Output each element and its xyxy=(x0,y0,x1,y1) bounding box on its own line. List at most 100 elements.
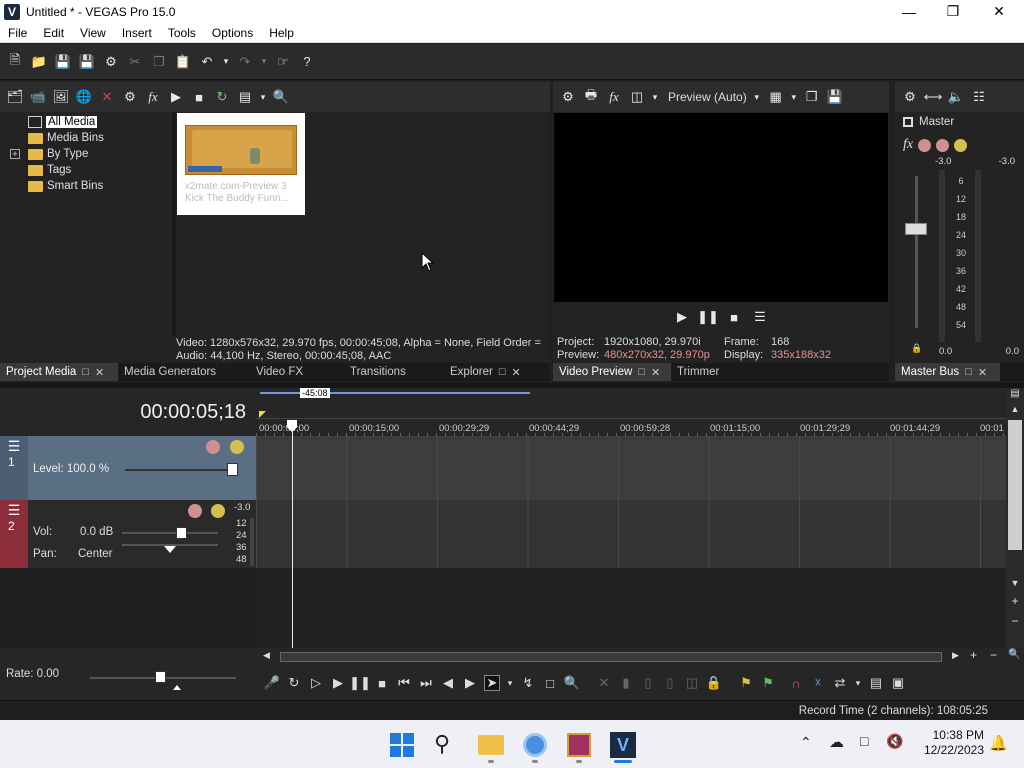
save-as-icon[interactable]: 💾 xyxy=(78,53,96,71)
record-icon[interactable]: 🎤 xyxy=(264,675,280,691)
tab-trimmer[interactable]: Trimmer xyxy=(671,363,725,381)
search-icon[interactable]: ⚲ xyxy=(434,731,450,757)
menu-options[interactable]: Options xyxy=(204,26,261,40)
close-tab-icon[interactable]: ✕ xyxy=(651,366,660,379)
timeline-ruler[interactable]: 00:00:00;00 00:00:15;00 00:00:29;29 00:0… xyxy=(256,418,1006,436)
ignore-grouping-icon[interactable]: ▣ xyxy=(890,675,906,691)
zoom-out-horizontal-icon[interactable]: − xyxy=(990,648,997,662)
lock-envelopes-icon[interactable]: ▤ xyxy=(868,675,884,691)
lock-icon[interactable]: 🔒 xyxy=(706,675,722,691)
scroll-down-icon[interactable]: ▼ xyxy=(1006,578,1024,594)
volume-muted-icon[interactable]: 🔇 xyxy=(886,733,903,750)
insert-region-icon[interactable]: ⚑ xyxy=(760,675,776,691)
preview-pause-icon[interactable]: ❚❚ xyxy=(697,308,719,326)
save-snapshot-icon[interactable]: 💾 xyxy=(826,88,844,106)
close-tab-icon[interactable]: ✕ xyxy=(95,366,104,379)
scroll-right-icon[interactable]: ▶ xyxy=(952,650,959,661)
mixer-icon[interactable]: ☷ xyxy=(970,88,988,106)
copy-snapshot-icon[interactable]: ❐ xyxy=(803,88,821,106)
zoom-tool-icon[interactable]: 🔍 xyxy=(1008,649,1020,660)
minimize-button[interactable]: — xyxy=(886,0,932,23)
stop-icon[interactable]: ■ xyxy=(190,88,208,106)
maximize-tab-icon[interactable]: □ xyxy=(965,366,972,378)
vol-slider[interactable] xyxy=(122,532,218,534)
video-solo-icon[interactable] xyxy=(230,440,244,454)
insert-marker-icon[interactable]: ⚑ xyxy=(738,675,754,691)
preview-quality-dropdown-icon[interactable]: ▾ xyxy=(752,88,762,106)
zoom-in-vertical-icon[interactable]: + xyxy=(1006,594,1024,614)
get-media-icon[interactable]: 🖼 xyxy=(52,88,70,106)
play-from-start-icon[interactable]: ▷ xyxy=(308,675,324,691)
horizontal-scroll-thumb[interactable] xyxy=(280,652,942,662)
preview-properties-gear-icon[interactable]: ⚙ xyxy=(559,88,577,106)
preview-quality-select[interactable]: Preview (Auto) xyxy=(668,90,747,104)
vegas-pro-taskbar-icon[interactable]: V xyxy=(610,732,636,758)
auto-preview-icon[interactable]: ↻ xyxy=(213,88,231,106)
scroll-pin-icon[interactable]: ▤ xyxy=(1006,388,1024,404)
video-mute-icon[interactable] xyxy=(206,440,220,454)
play-icon[interactable]: ▶ xyxy=(167,88,185,106)
maximize-button[interactable]: ❐ xyxy=(930,0,976,23)
maximize-tab-icon[interactable]: □ xyxy=(638,366,645,378)
pan-handle[interactable] xyxy=(164,546,176,553)
auto-crossfade-icon[interactable]: ☓ xyxy=(810,675,826,691)
new-icon[interactable]: 🗎 xyxy=(6,52,24,71)
zoom-edit-tool-icon[interactable]: 🔍 xyxy=(564,675,580,691)
scroll-thumb[interactable] xyxy=(1008,420,1022,550)
trim-icon[interactable]: ▮ xyxy=(618,675,634,691)
media-thumbnail[interactable]: x2mate.com-Preview 3 Kick The Buddy Funn… xyxy=(177,113,305,215)
tree-by-type[interactable]: + By Type xyxy=(10,146,170,162)
menu-help[interactable]: Help xyxy=(261,26,302,40)
tab-project-media[interactable]: Project Media □ ✕ xyxy=(0,363,118,381)
tab-video-preview[interactable]: Video Preview □ ✕ xyxy=(553,363,671,381)
go-to-start-icon[interactable]: ⏮ xyxy=(396,675,412,691)
go-to-end-icon[interactable]: ⏭ xyxy=(418,675,434,691)
windows-start-icon[interactable] xyxy=(390,733,414,757)
save-icon[interactable]: 💾 xyxy=(54,53,72,71)
vertical-scrollbar[interactable]: ▤ ▲ ▼ + − xyxy=(1006,388,1024,648)
media-properties-icon[interactable]: ⚙ xyxy=(121,88,139,106)
menu-file[interactable]: File xyxy=(0,26,35,40)
audio-track-header[interactable]: ☰ 2 -3.0 Vol: 0.0 dB Pan: Center 12 24 3… xyxy=(0,500,256,568)
vol-handle[interactable] xyxy=(176,527,187,539)
stop-icon[interactable]: ■ xyxy=(374,675,390,691)
redo-icon[interactable]: ↷ xyxy=(236,53,254,71)
overlays-dropdown-icon[interactable]: ▾ xyxy=(790,88,798,106)
tree-splitter[interactable] xyxy=(172,112,176,336)
maximize-tab-icon[interactable]: □ xyxy=(82,366,89,378)
menu-tools[interactable]: Tools xyxy=(160,26,204,40)
device-preview-icon[interactable]: 🖶 xyxy=(582,87,600,106)
master-fader-handle[interactable] xyxy=(905,223,927,235)
expand-icon[interactable]: + xyxy=(10,149,20,159)
media-fx-icon[interactable]: fx xyxy=(144,88,162,106)
tab-media-generators[interactable]: Media Generators xyxy=(118,363,250,381)
downmix-icon[interactable]: ⟷ xyxy=(924,88,943,106)
track-menu-icon[interactable]: ☰ xyxy=(0,438,28,455)
views-icon[interactable]: ▤ xyxy=(236,88,254,106)
audio-mute-icon[interactable] xyxy=(188,504,202,518)
split-icon[interactable]: ◫ xyxy=(684,675,700,691)
remove-media-icon[interactable]: ✕ xyxy=(98,88,116,106)
tab-video-fx[interactable]: Video FX xyxy=(250,363,344,381)
audio-track-lane[interactable] xyxy=(256,500,1006,568)
paste-icon[interactable]: 📋 xyxy=(174,53,192,71)
track-menu-icon[interactable]: ☰ xyxy=(0,502,28,519)
close-tab-icon[interactable]: ✕ xyxy=(511,366,520,379)
clock[interactable]: 10:38 PM 12/22/2023 xyxy=(914,728,984,758)
overlays-grid-icon[interactable]: ▦ xyxy=(767,88,785,106)
rate-handle[interactable] xyxy=(155,671,166,683)
tree-all-media[interactable]: All Media xyxy=(10,114,170,130)
preview-play-icon[interactable]: ▶ xyxy=(673,308,691,326)
master-fx-settings-icon[interactable] xyxy=(918,138,932,152)
video-track-lane[interactable] xyxy=(256,436,1006,500)
ripple-edit-icon[interactable]: ⇄ xyxy=(832,675,848,691)
tree-tags[interactable]: Tags xyxy=(10,162,170,178)
cut-icon[interactable]: ✂ xyxy=(126,53,144,71)
split-dropdown-icon[interactable]: ▾ xyxy=(651,88,659,106)
snapping-icon[interactable]: ∩ xyxy=(788,675,804,691)
properties-gear-icon[interactable]: ⚙ xyxy=(102,53,120,71)
audio-solo-icon[interactable] xyxy=(211,504,225,518)
delete-icon[interactable]: ✕ xyxy=(596,675,612,691)
file-explorer-icon[interactable] xyxy=(478,735,504,755)
tab-transitions[interactable]: Transitions xyxy=(344,363,444,381)
